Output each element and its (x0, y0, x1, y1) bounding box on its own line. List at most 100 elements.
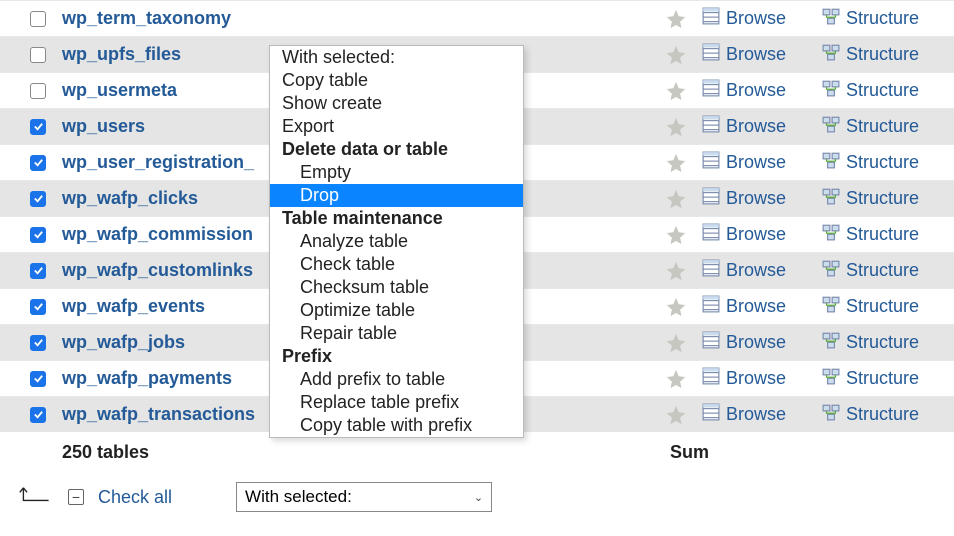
structure-icon (822, 115, 840, 138)
collapse-button[interactable]: − (68, 489, 84, 505)
structure-link[interactable]: Structure (816, 295, 936, 318)
browse-icon (702, 367, 720, 390)
ctx-repair[interactable]: Repair table (270, 322, 523, 345)
row-checkbox[interactable] (30, 335, 46, 351)
browse-link[interactable]: Browse (696, 43, 816, 66)
favorite-star-icon[interactable] (656, 80, 696, 102)
row-checkbox[interactable] (30, 11, 46, 27)
structure-link[interactable]: Structure (816, 7, 936, 30)
with-selected-dropdown[interactable]: With selected: ⌄ (236, 482, 492, 512)
favorite-star-icon[interactable] (656, 116, 696, 138)
bottom-bar: − Check all With selected: ⌄ (0, 472, 954, 522)
structure-icon (822, 7, 840, 30)
structure-link[interactable]: Structure (816, 331, 936, 354)
ctx-drop[interactable]: Drop (270, 184, 523, 207)
row-checkbox[interactable] (30, 299, 46, 315)
dropdown-label: With selected: (245, 487, 352, 507)
row-checkbox[interactable] (30, 47, 46, 63)
ctx-copy-table[interactable]: Copy table (270, 69, 523, 92)
table-count: 250 tables (58, 442, 636, 463)
favorite-star-icon[interactable] (656, 296, 696, 318)
browse-link[interactable]: Browse (696, 115, 816, 138)
structure-icon (822, 223, 840, 246)
browse-icon (702, 43, 720, 66)
structure-icon (822, 295, 840, 318)
browse-link[interactable]: Browse (696, 331, 816, 354)
structure-link[interactable]: Structure (816, 367, 936, 390)
browse-icon (702, 223, 720, 246)
browse-link[interactable]: Browse (696, 7, 816, 30)
favorite-star-icon[interactable] (656, 260, 696, 282)
favorite-star-icon[interactable] (656, 188, 696, 210)
favorite-star-icon[interactable] (656, 332, 696, 354)
structure-link[interactable]: Structure (816, 187, 936, 210)
table-name-link[interactable]: wp_term_taxonomy (58, 8, 656, 29)
structure-icon (822, 79, 840, 102)
row-checkbox[interactable] (30, 371, 46, 387)
ctx-replace-prefix[interactable]: Replace table prefix (270, 391, 523, 414)
browse-icon (702, 115, 720, 138)
row-checkbox[interactable] (30, 83, 46, 99)
browse-link[interactable]: Browse (696, 187, 816, 210)
ctx-checksum[interactable]: Checksum table (270, 276, 523, 299)
browse-link[interactable]: Browse (696, 403, 816, 426)
ctx-header-prefix: Prefix (270, 345, 523, 368)
structure-icon (822, 187, 840, 210)
structure-link[interactable]: Structure (816, 259, 936, 282)
row-checkbox[interactable] (30, 263, 46, 279)
browse-link[interactable]: Browse (696, 223, 816, 246)
context-menu: With selected: Copy table Show create Ex… (269, 45, 524, 438)
browse-link[interactable]: Browse (696, 295, 816, 318)
structure-icon (822, 367, 840, 390)
ctx-header-with-selected: With selected: (270, 46, 523, 69)
structure-icon (822, 331, 840, 354)
ctx-analyze[interactable]: Analyze table (270, 230, 523, 253)
structure-link[interactable]: Structure (816, 43, 936, 66)
ctx-export[interactable]: Export (270, 115, 523, 138)
ctx-add-prefix[interactable]: Add prefix to table (270, 368, 523, 391)
ctx-header-delete: Delete data or table (270, 138, 523, 161)
browse-icon (702, 79, 720, 102)
select-arrow-icon (18, 483, 54, 512)
structure-icon (822, 403, 840, 426)
structure-link[interactable]: Structure (816, 79, 936, 102)
favorite-star-icon[interactable] (656, 404, 696, 426)
row-checkbox[interactable] (30, 119, 46, 135)
favorite-star-icon[interactable] (656, 152, 696, 174)
ctx-header-maintenance: Table maintenance (270, 207, 523, 230)
favorite-star-icon[interactable] (656, 368, 696, 390)
table-row: wp_term_taxonomy BrowseStructure (0, 0, 954, 36)
structure-link[interactable]: Structure (816, 403, 936, 426)
sum-label: Sum (636, 442, 936, 463)
structure-icon (822, 43, 840, 66)
browse-icon (702, 295, 720, 318)
row-checkbox[interactable] (30, 407, 46, 423)
structure-link[interactable]: Structure (816, 115, 936, 138)
ctx-empty[interactable]: Empty (270, 161, 523, 184)
structure-icon (822, 259, 840, 282)
favorite-star-icon[interactable] (656, 224, 696, 246)
browse-icon (702, 151, 720, 174)
favorite-star-icon[interactable] (656, 44, 696, 66)
favorite-star-icon[interactable] (656, 8, 696, 30)
chevron-down-icon: ⌄ (474, 491, 483, 504)
browse-icon (702, 7, 720, 30)
ctx-show-create[interactable]: Show create (270, 92, 523, 115)
structure-icon (822, 151, 840, 174)
check-all-link[interactable]: Check all (98, 487, 172, 508)
browse-link[interactable]: Browse (696, 151, 816, 174)
browse-link[interactable]: Browse (696, 79, 816, 102)
row-checkbox[interactable] (30, 155, 46, 171)
ctx-check[interactable]: Check table (270, 253, 523, 276)
row-checkbox[interactable] (30, 227, 46, 243)
browse-link[interactable]: Browse (696, 259, 816, 282)
structure-link[interactable]: Structure (816, 223, 936, 246)
structure-link[interactable]: Structure (816, 151, 936, 174)
ctx-optimize[interactable]: Optimize table (270, 299, 523, 322)
ctx-copy-prefix[interactable]: Copy table with prefix (270, 414, 523, 437)
summary-row: 250 tables Sum (0, 432, 954, 472)
browse-icon (702, 331, 720, 354)
browse-icon (702, 403, 720, 426)
browse-link[interactable]: Browse (696, 367, 816, 390)
row-checkbox[interactable] (30, 191, 46, 207)
